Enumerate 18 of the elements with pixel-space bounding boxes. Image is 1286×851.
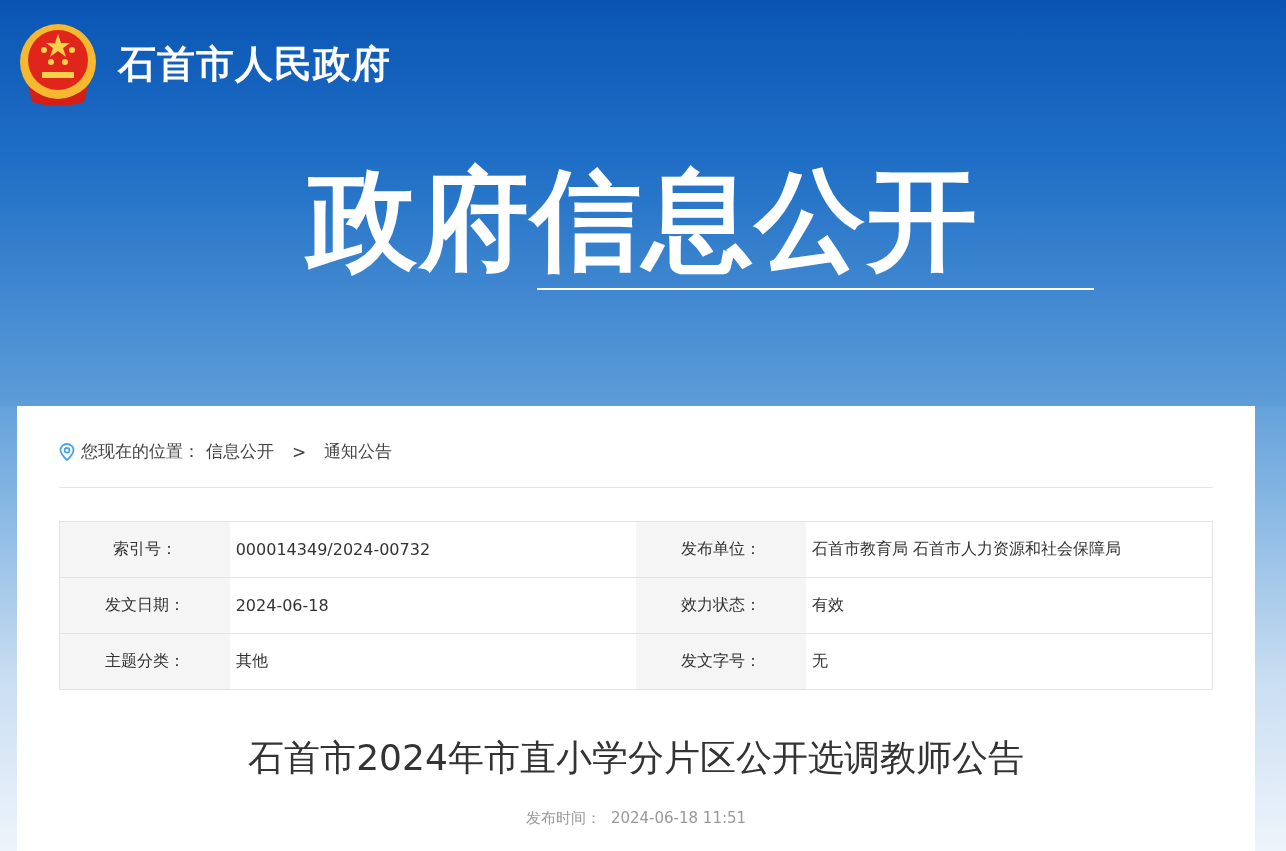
table-label-cell: 发布单位： — [636, 521, 806, 578]
publish-time: 2024-06-18 11:51 — [610, 809, 747, 828]
table-label-cell: 效力状态： — [636, 577, 806, 634]
breadcrumb-separator: > — [292, 441, 307, 462]
table-label-cell: 索引号： — [59, 521, 230, 578]
publish-time-label: 发布时间： — [525, 809, 601, 828]
breadcrumb-link[interactable]: 通知公告 — [324, 440, 393, 463]
table-label-cell: 主题分类： — [59, 633, 230, 690]
table-value-cell: 无 — [805, 633, 1213, 690]
table-label-cell: 发文字号： — [636, 633, 806, 690]
table-label-cell: 发文日期： — [59, 577, 230, 634]
breadcrumb-label: 您现在的位置： — [81, 440, 200, 463]
article-title: 石首市2024年市直小学分片区公开选调教师公告 — [247, 736, 1025, 780]
location-pin-icon — [59, 442, 75, 461]
table-value-cell: 有效 — [805, 577, 1213, 634]
site-name: 石首市人民政府 — [118, 40, 391, 88]
breadcrumb-link[interactable]: 信息公开 — [206, 440, 274, 463]
table-value-cell: 石首市教育局 石首市人力资源和社会保障局 — [805, 521, 1213, 578]
